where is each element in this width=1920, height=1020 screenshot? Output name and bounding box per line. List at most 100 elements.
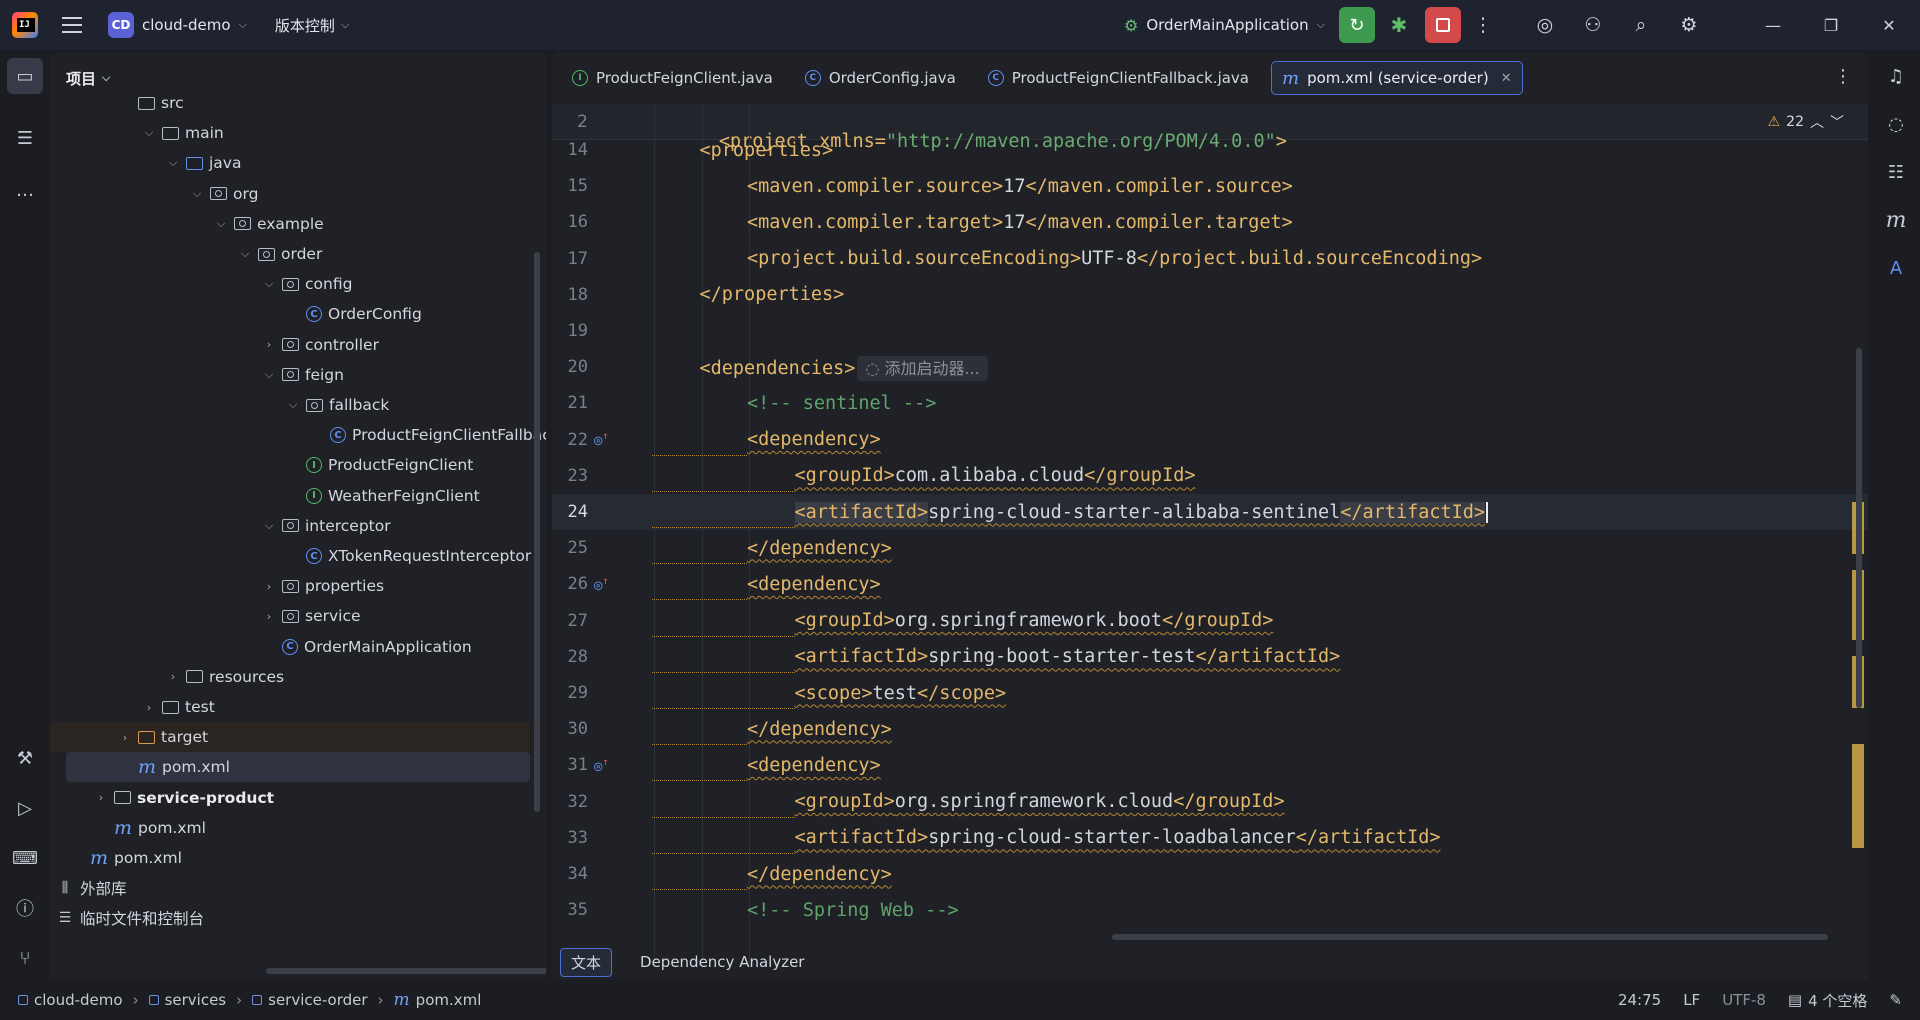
tree-horizontal-scrollbar[interactable] (266, 968, 546, 974)
problems-icon[interactable]: ⓘ (7, 890, 43, 926)
tree-item[interactable]: › properties (50, 571, 530, 601)
run-configuration-selector[interactable]: ⚙ OrderMainApplication ⌵ (1124, 16, 1325, 35)
notifications-bell-icon[interactable]: ♫ (1878, 58, 1914, 94)
code-line[interactable]: 17 <project.build.sourceEncoding>UTF-8</p… (552, 241, 1868, 277)
vcs-menu[interactable]: 版本控制 ⌵ (275, 15, 349, 36)
read-only-lock-icon[interactable]: ✎ (1889, 991, 1902, 1009)
tree-item[interactable]: › controller (50, 330, 530, 360)
chevron-right-icon[interactable]: › (262, 610, 276, 623)
close-icon[interactable]: ✕ (1864, 0, 1914, 50)
chevron-down-icon[interactable]: ⌵ (286, 398, 300, 412)
code-line[interactable]: 20 <dependencies> ◌ 添加启动器... (552, 349, 1868, 385)
chevron-right-icon[interactable]: › (262, 338, 276, 351)
services-icon[interactable]: ▷ (7, 790, 43, 826)
warning-stripe[interactable] (1852, 744, 1864, 796)
stop-button[interactable] (1424, 7, 1461, 43)
more-tools-icon[interactable]: … (7, 172, 43, 208)
code-line[interactable]: 18 </properties> (552, 277, 1868, 313)
tree-item[interactable]: C OrderMainApplication (50, 632, 530, 662)
tree-item[interactable]: ⌵ config (50, 269, 530, 299)
editor-mode-tab[interactable]: 文本 (560, 947, 613, 977)
tree-item[interactable]: C ProductFeignClientFallback (50, 420, 546, 450)
line-separator[interactable]: LF (1683, 991, 1700, 1009)
ai-chat-icon[interactable]: ◌ (1878, 106, 1914, 142)
tree-item[interactable]: › target (50, 722, 530, 753)
build-hammer-icon[interactable]: ⚒ (7, 740, 43, 776)
code-line[interactable]: 34 </dependency> (552, 856, 1868, 892)
tree-item[interactable]: m pom.xml (66, 752, 530, 783)
debug-button[interactable]: ✱ (1381, 7, 1417, 43)
editor-tab[interactable]: C ProductFeignClientFallback.java (978, 61, 1259, 95)
code-line[interactable]: 25 </dependency> (552, 530, 1868, 566)
chevron-right-icon[interactable]: › (166, 670, 180, 683)
code-line[interactable]: 30 </dependency> (552, 711, 1868, 747)
chevron-down-icon[interactable]: ⌵ (166, 156, 180, 170)
tree-item[interactable]: src (50, 88, 530, 118)
minimize-icon[interactable]: — (1748, 0, 1798, 50)
more-actions-icon[interactable]: ⋮ (1465, 7, 1501, 43)
indent-setting[interactable]: ▤ 4 个空格 (1788, 990, 1868, 1011)
code-line[interactable]: 16 <maven.compiler.target>17</maven.compi… (552, 204, 1868, 240)
breadcrumb-item[interactable]: services (148, 991, 226, 1009)
chevron-down-icon[interactable]: ⌵ (262, 277, 276, 291)
chevron-down-icon[interactable]: ⌵ (190, 187, 204, 201)
editor-mode-tab[interactable]: Dependency Analyzer (630, 950, 814, 974)
editor-tab[interactable]: I ProductFeignClient.java (562, 61, 783, 95)
git-branch-icon[interactable]: ⑂ (7, 940, 43, 976)
add-starter-hint[interactable]: ◌ 添加启动器... (857, 356, 988, 382)
settings-gear-icon[interactable]: ⚙ (1671, 7, 1707, 43)
tree-item[interactable]: ⌵ order (50, 239, 530, 269)
implemented-marker-icon[interactable]: ◎↑ (594, 431, 608, 449)
close-tab-icon[interactable]: ✕ (1501, 71, 1512, 86)
editor-horizontal-scrollbar[interactable] (1112, 934, 1828, 940)
ai-assistant-icon[interactable]: ◎ (1527, 7, 1563, 43)
editor-vertical-scrollbar[interactable] (1856, 348, 1862, 708)
tree-item[interactable]: › test (50, 692, 530, 722)
editor-tab[interactable]: m pom.xml (service-order) ✕ (1271, 61, 1523, 95)
code-line[interactable]: 22 ◎↑ <dependency> (552, 422, 1868, 458)
code-line[interactable]: 19 (552, 313, 1868, 349)
breadcrumb-item[interactable]: cloud-demo (18, 991, 123, 1009)
chevron-right-icon[interactable]: › (118, 731, 132, 744)
tabs-more-icon[interactable]: ⋮ (1834, 66, 1852, 87)
code-line[interactable]: 14 <properties> (552, 132, 1868, 168)
intellij-logo-icon[interactable] (12, 12, 38, 38)
chevron-down-icon[interactable]: ⌵ (262, 368, 276, 382)
tree-item[interactable]: C XTokenRequestInterceptor (50, 541, 531, 571)
tree-item[interactable]: ☰ 临时文件和控制台 (50, 903, 530, 933)
tree-item[interactable]: C OrderConfig (50, 299, 530, 329)
caret-position[interactable]: 24:75 (1618, 991, 1661, 1009)
implemented-marker-icon[interactable]: ◎↑ (594, 757, 608, 775)
implemented-marker-icon[interactable]: ◎↑ (594, 576, 608, 594)
tree-item[interactable]: › service-product (50, 783, 530, 813)
chevron-right-icon[interactable]: › (262, 580, 276, 593)
code-line[interactable]: 31 ◎↑ <dependency> (552, 747, 1868, 783)
restore-icon[interactable]: ❐ (1806, 0, 1856, 50)
warning-stripe[interactable] (1852, 796, 1864, 848)
terminal-icon[interactable]: ⌨ (7, 840, 43, 876)
tree-item[interactable]: ⌵ java (50, 148, 530, 178)
tree-item[interactable]: › resources (50, 662, 530, 692)
tree-item[interactable]: ⌵ org (50, 179, 530, 209)
code-line[interactable]: 15 <maven.compiler.source>17</maven.compi… (552, 168, 1868, 204)
structure-icon[interactable]: ☰ (7, 120, 43, 156)
code-area[interactable]: 14 <properties> 15 <maven.compiler.source>1… (552, 104, 1868, 980)
tree-item[interactable]: I WeatherFeignClient (50, 481, 530, 511)
maven-icon[interactable]: m (1878, 202, 1914, 238)
tree-item[interactable]: ⌵ main (50, 118, 530, 148)
translate-icon[interactable]: A (1878, 250, 1914, 286)
tree-item[interactable]: m pom.xml (50, 813, 530, 843)
file-encoding[interactable]: UTF-8 (1722, 991, 1766, 1009)
tree-item[interactable]: ⌵ example (50, 209, 530, 239)
tree-item[interactable]: › service (50, 601, 530, 631)
chevron-down-icon[interactable]: ⌵ (262, 519, 276, 533)
tree-item[interactable]: ⌵ fallback (50, 390, 530, 420)
breadcrumb-item[interactable]: service-order (252, 991, 368, 1009)
tree-item[interactable]: m pom.xml (50, 843, 530, 873)
editor-tab[interactable]: C OrderConfig.java (795, 61, 966, 95)
breadcrumb-item[interactable]: m pom.xml (394, 990, 482, 1010)
database-icon[interactable]: ☷ (1878, 154, 1914, 190)
chevron-down-icon[interactable]: ⌵ (214, 217, 228, 231)
chevron-right-icon[interactable]: › (94, 791, 108, 804)
tree-item[interactable]: I ProductFeignClient (50, 450, 530, 480)
